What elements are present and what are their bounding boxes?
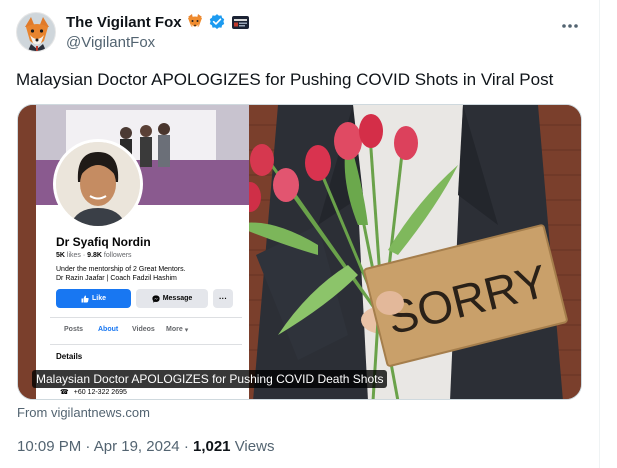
tweet-time[interactable]: 10:09 PM xyxy=(17,438,81,455)
facebook-more-button: ··· xyxy=(213,289,233,308)
like-button-label: Like xyxy=(91,295,106,302)
facebook-tab-about: About xyxy=(98,326,119,333)
followers-count: 9.8K xyxy=(87,252,102,259)
more-options-button[interactable] xyxy=(559,16,581,36)
facebook-details-heading: Details xyxy=(56,352,83,361)
author-info: The Vigilant Fox @VigilantFox xyxy=(66,12,249,51)
facebook-tab-videos: Videos xyxy=(132,326,155,333)
likes-label: likes xyxy=(66,252,81,259)
facebook-tab-posts: Posts xyxy=(64,326,84,333)
affiliate-badge-icon[interactable] xyxy=(231,15,249,29)
profile-portrait-image xyxy=(56,142,140,226)
thumbs-up-icon xyxy=(81,295,89,302)
fox-avatar-icon xyxy=(17,13,55,51)
facebook-divider-2 xyxy=(50,344,242,345)
tweet-media-image[interactable]: SORRY Dr Syafiq Nordin 5K likes · 9.8K f… xyxy=(17,104,582,400)
facebook-phone-number: +60 12-322 2695 xyxy=(73,388,127,396)
tweet-text: Malaysian Doctor APOLOGIZES for Pushing … xyxy=(16,70,554,89)
bio-line-1: Under the mentorship of 2 Great Mentors. xyxy=(56,266,186,273)
facebook-profile-tabs: Posts About Videos More ▾ xyxy=(64,326,188,334)
link-source[interactable]: From vigilantnews.com xyxy=(17,405,150,420)
meta-separator-2: · xyxy=(183,438,189,455)
facebook-profile-name: Dr Syafiq Nordin xyxy=(56,235,151,249)
author-display-name[interactable]: The Vigilant Fox xyxy=(66,14,182,31)
phone-icon: ☎ xyxy=(60,389,69,396)
message-button-label: Message xyxy=(162,295,193,302)
tweet-metadata: 10:09 PM · Apr 19, 2024 · 1,021 Views xyxy=(17,438,274,455)
facebook-divider xyxy=(50,317,242,318)
facebook-phone-row: ☎ +60 12-322 2695 xyxy=(60,388,127,397)
author-avatar[interactable] xyxy=(16,12,56,52)
facebook-message-button: Message xyxy=(136,289,208,308)
views-label: Views xyxy=(234,438,275,455)
messenger-icon xyxy=(152,294,160,303)
likes-count: 5K xyxy=(56,252,65,259)
facebook-profile-photo xyxy=(53,139,143,229)
followers-label: followers xyxy=(103,252,132,259)
bio-line-2: Dr Razin Jaafar | Coach Fadzil Hashim xyxy=(56,275,177,282)
media-caption: Malaysian Doctor APOLOGIZES for Pushing … xyxy=(32,370,388,388)
fox-emoji-icon xyxy=(187,14,202,29)
facebook-profile-screenshot: Dr Syafiq Nordin 5K likes · 9.8K followe… xyxy=(36,105,249,399)
verified-badge-icon[interactable] xyxy=(208,13,226,31)
more-tab-label: More xyxy=(166,326,183,333)
facebook-tab-more: More ▾ xyxy=(166,326,188,334)
views-count: 1,021 xyxy=(192,438,231,455)
facebook-profile-stats: 5K likes · 9.8K followers xyxy=(56,252,132,259)
more-dots-icon xyxy=(562,24,578,28)
facebook-profile-bio: Under the mentorship of 2 Great Mentors.… xyxy=(56,265,186,283)
facebook-like-button: Like xyxy=(56,289,131,308)
meta-separator: · xyxy=(85,438,91,455)
tweet[interactable]: The Vigilant Fox @VigilantFox Malaysian … xyxy=(0,0,600,468)
tweet-date[interactable]: Apr 19, 2024 xyxy=(94,438,180,455)
caret-down-icon: ▾ xyxy=(184,327,189,334)
author-handle[interactable]: @VigilantFox xyxy=(66,34,249,51)
